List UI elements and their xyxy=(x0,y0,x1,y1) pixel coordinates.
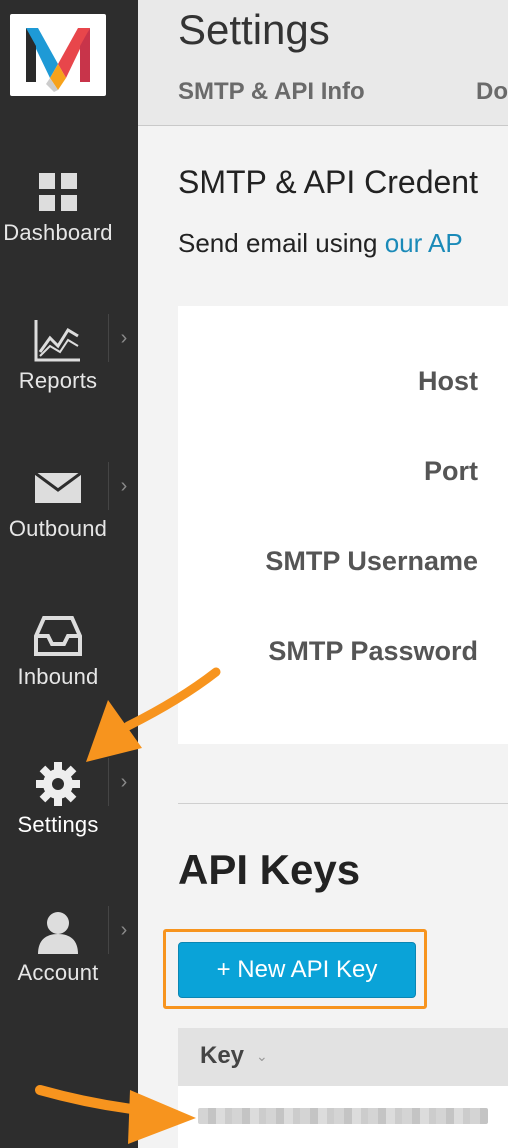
section-divider xyxy=(178,803,508,804)
inbox-tray-icon xyxy=(0,612,116,660)
reports-chart-icon xyxy=(0,316,116,364)
app-logo[interactable] xyxy=(10,14,106,96)
tab-smtp-api-info[interactable]: SMTP & API Info xyxy=(178,78,365,106)
dashboard-grid-icon xyxy=(0,168,116,216)
submenu-chevron-icon[interactable]: › xyxy=(108,462,139,510)
port-label: Port xyxy=(424,456,478,486)
page-header: Settings SMTP & API Info Do xyxy=(138,0,508,126)
submenu-chevron-icon[interactable]: › xyxy=(108,758,139,806)
api-docs-link[interactable]: our AP xyxy=(385,228,463,258)
submenu-chevron-icon[interactable]: › xyxy=(108,906,139,954)
sidebar-item-label: Reports xyxy=(18,368,98,393)
credentials-heading: SMTP & API Credent xyxy=(178,164,478,200)
sidebar-item-reports[interactable]: Reports › xyxy=(0,298,138,446)
sort-chevron-icon[interactable]: ⌄ xyxy=(256,1048,268,1065)
sidebar-item-label: Inbound xyxy=(17,664,99,689)
sidebar: Dashboard Reports › Outbound › Inbound S… xyxy=(0,0,138,1148)
new-api-key-button[interactable]: + New API Key xyxy=(178,942,416,998)
sidebar-item-label: Account xyxy=(17,960,99,985)
column-header-key[interactable]: Key xyxy=(200,1042,244,1070)
gear-icon xyxy=(0,760,116,808)
mandrill-logo-icon xyxy=(26,28,90,92)
sidebar-item-settings[interactable]: Settings › xyxy=(0,742,138,890)
sidebar-item-account[interactable]: Account › xyxy=(0,890,138,1038)
smtp-password-label: SMTP Password xyxy=(268,636,478,666)
tab-domains[interactable]: Do xyxy=(476,78,508,106)
sidebar-item-label: Dashboard xyxy=(3,220,113,245)
sidebar-item-inbound[interactable]: Inbound xyxy=(0,594,138,742)
user-icon xyxy=(0,908,116,956)
api-keys-table-header: Key ⌄ xyxy=(178,1028,508,1086)
api-keys-heading: API Keys xyxy=(178,846,361,893)
submenu-chevron-icon[interactable]: › xyxy=(108,314,139,362)
blurred-api-key-value xyxy=(198,1108,488,1124)
sidebar-item-outbound[interactable]: Outbound › xyxy=(0,446,138,594)
sidebar-item-dashboard[interactable]: Dashboard xyxy=(0,150,138,298)
smtp-username-label: SMTP Username xyxy=(265,546,478,576)
page-title: Settings xyxy=(178,6,330,53)
credentials-panel: Host Port SMTP Username SMTP Password xyxy=(178,306,508,744)
sidebar-item-label: Outbound xyxy=(8,516,108,541)
table-row xyxy=(178,1086,508,1148)
envelope-icon xyxy=(0,464,116,512)
description-text: Send email using xyxy=(178,228,385,258)
sidebar-item-label: Settings xyxy=(17,812,99,837)
host-label: Host xyxy=(418,366,478,396)
credentials-description: Send email using our AP xyxy=(178,228,463,259)
